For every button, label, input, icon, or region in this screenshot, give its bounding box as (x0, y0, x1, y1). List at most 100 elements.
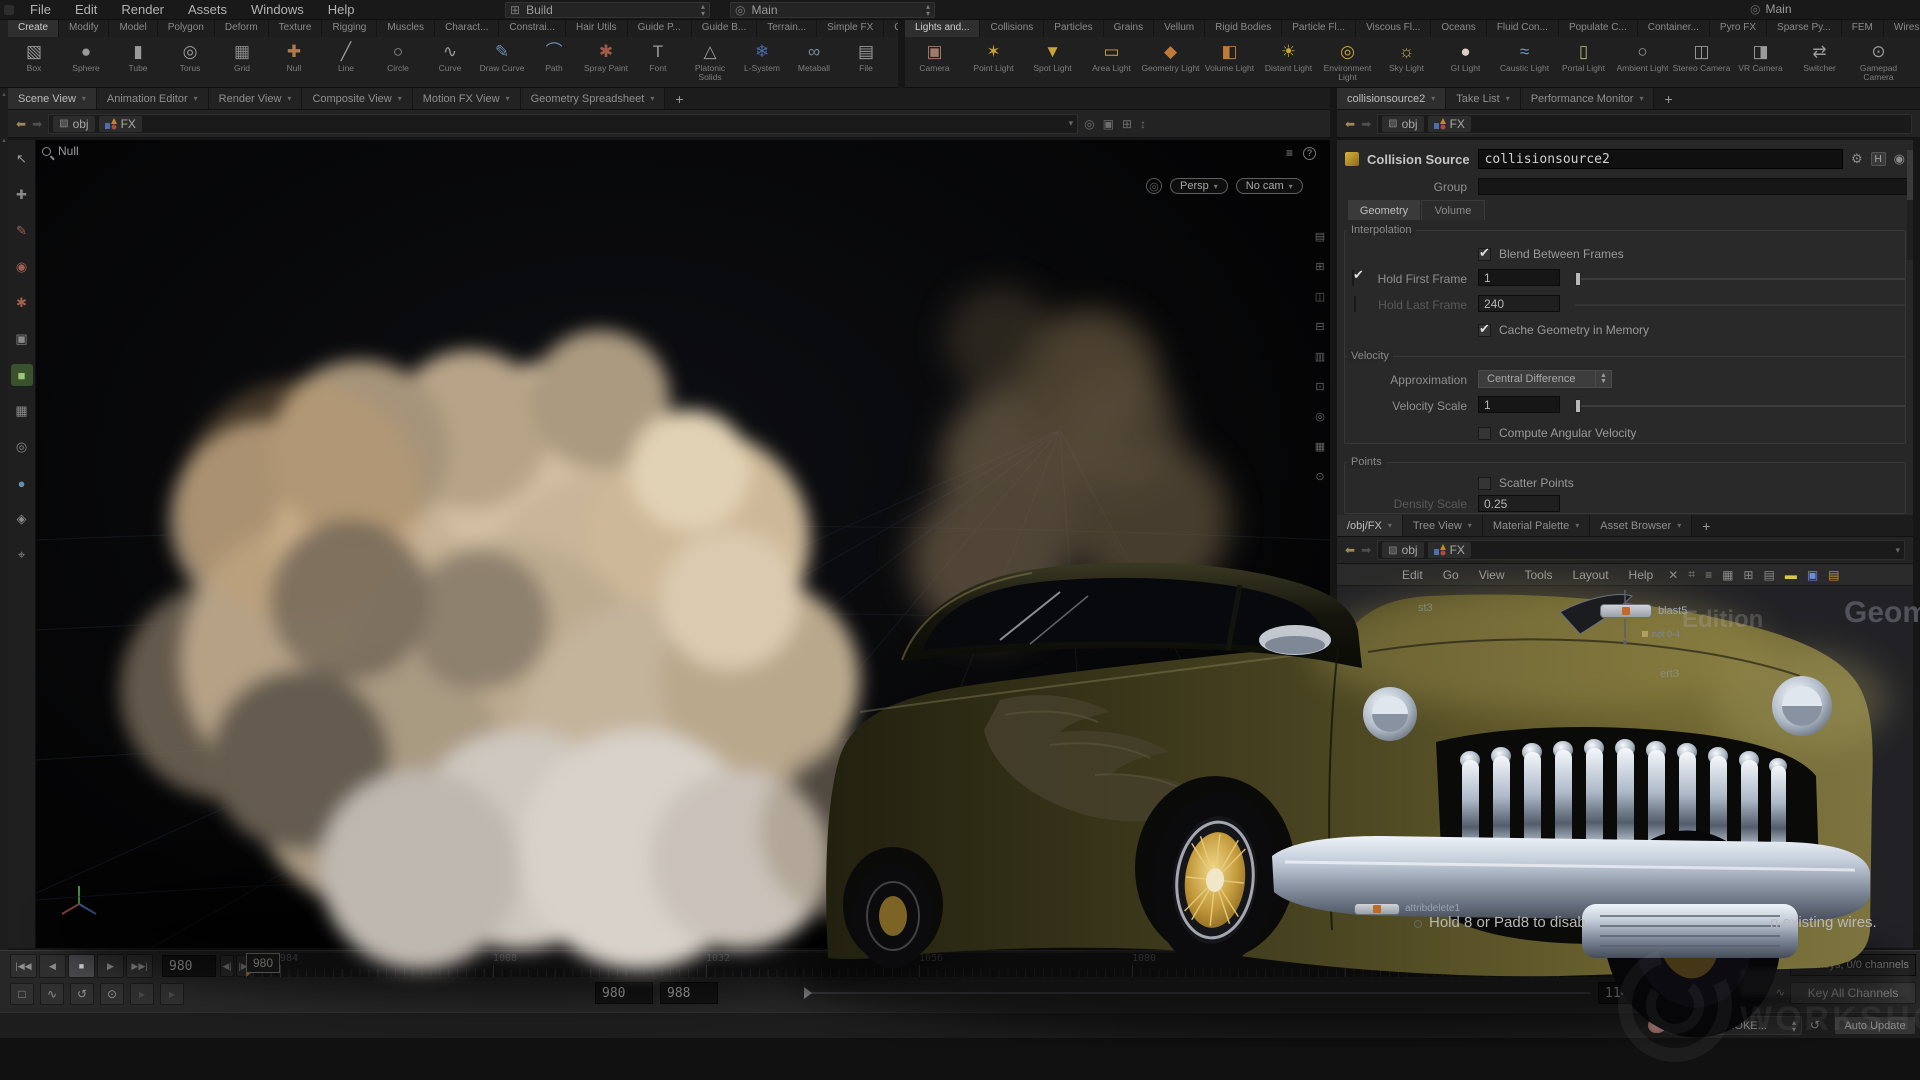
viewport-display-icon-7[interactable]: ▦ (1312, 438, 1328, 454)
key-all-channels-button[interactable]: Key All Channels (1790, 982, 1916, 1004)
shelf-tool-gi-light[interactable]: ●GI Light (1436, 37, 1495, 87)
shelf-tab-hair-utils[interactable]: Hair Utils (566, 20, 628, 37)
group-field[interactable] (1478, 178, 1908, 195)
shelf-tool-vr-camera[interactable]: ◨VR Camera (1731, 37, 1790, 87)
shelf-tab-sparse-py[interactable]: Sparse Py... (1767, 20, 1842, 37)
approximation-dropdown[interactable]: Central Difference (1478, 370, 1596, 388)
shelf-tab-cloud-fx[interactable]: Cloud FX (884, 20, 898, 37)
cook-path-select[interactable]: /obj/FX/SMOKE... ▴▾ (1674, 1016, 1802, 1035)
shelf-tab-create[interactable]: Create (8, 20, 59, 37)
tab-volume[interactable]: Volume (1421, 200, 1485, 220)
maximize-icon[interactable]: ↕ (1140, 117, 1146, 131)
paint-tool-icon[interactable]: ✎ (11, 220, 33, 242)
shelf-tab-oceans[interactable]: Oceans (1431, 20, 1486, 37)
pin-icon[interactable]: ◉ (1894, 151, 1905, 167)
pane-tab-motion-fx-view[interactable]: Motion FX View▾ (413, 88, 521, 109)
shelf-tool-portal-light[interactable]: ▯Portal Light (1554, 37, 1613, 87)
shelf-tool-area-light[interactable]: ▭Area Light (1082, 37, 1141, 87)
step-back-button[interactable]: ◀| (220, 955, 234, 977)
shelf-tab-populate-c[interactable]: Populate C... (1559, 20, 1638, 37)
pane-tab-render-view[interactable]: Render View▾ (209, 88, 303, 109)
pane-tab-geometry-spreadsheet[interactable]: Geometry Spreadsheet▾ (521, 88, 666, 109)
velocity-scale-field[interactable]: 1 (1478, 396, 1560, 413)
network-canvas[interactable] (1337, 586, 1913, 944)
pane-tab-obj-fx[interactable]: /obj/FX▾ (1337, 515, 1403, 536)
shelf-tab-collisions[interactable]: Collisions (980, 20, 1044, 37)
goto-start-button[interactable]: |◀◀ (10, 954, 37, 978)
viewport-display-icon-1[interactable]: ⊞ (1312, 258, 1328, 274)
shelf-tab-particles[interactable]: Particles (1044, 20, 1103, 37)
shelf-tab-muscles[interactable]: Muscles (377, 20, 435, 37)
shelf-tab-viscous-fl[interactable]: Viscous Fl... (1356, 20, 1431, 37)
shelf-tool-caustic-light[interactable]: ≈Caustic Light (1495, 37, 1554, 87)
desktop-selector[interactable]: ⊞ Build ▴▾ (505, 2, 710, 18)
window-icon[interactable]: ▤ (1759, 568, 1778, 582)
shelf-tool-ambient-light[interactable]: ○Ambient Light (1613, 37, 1672, 87)
shelf-tool-camera[interactable]: ▣Camera (905, 37, 964, 87)
slider-handle[interactable] (1575, 399, 1581, 413)
image-icon[interactable]: ▣ (1803, 568, 1822, 582)
shelf-tab-particle-fl[interactable]: Particle Fl... (1282, 20, 1356, 37)
shelf-tool-sphere[interactable]: ●Sphere (60, 37, 112, 87)
net-menu-edit[interactable]: Edit (1393, 568, 1432, 582)
shelf-tool-font[interactable]: TFont (632, 37, 684, 87)
loop-icon[interactable]: ↺ (70, 983, 94, 1005)
goto-end-button[interactable]: ▶▶| (126, 954, 153, 978)
path-dropdown-icon[interactable]: ▾ (1069, 118, 1074, 129)
net-menu-go[interactable]: Go (1434, 568, 1468, 582)
viewport-display-icon-2[interactable]: ◫ (1312, 288, 1328, 304)
sticky-note-icon[interactable]: ▬ (1781, 568, 1801, 582)
spinner-icon[interactable]: ▴▾ (1792, 1019, 1796, 1033)
tab-geometry[interactable]: Geometry (1348, 200, 1420, 220)
shelf-tool-volume-light[interactable]: ◧Volume Light (1200, 37, 1259, 87)
shelf-tool-curve[interactable]: ∿Curve (424, 37, 476, 87)
bone-tool-icon[interactable]: ✱ (11, 292, 33, 314)
scatter-points-checkbox[interactable] (1478, 477, 1491, 490)
current-frame-field[interactable]: 980 (162, 955, 216, 977)
shelf-tool-platonic-solids[interactable]: △Platonic Solids (684, 37, 736, 87)
shelf-tool-torus[interactable]: ◎Torus (164, 37, 216, 87)
layout-icon[interactable]: ⊞ (1122, 117, 1132, 131)
recook-icon[interactable]: ↺ (1810, 1018, 1820, 1032)
menu-file[interactable]: File (18, 0, 63, 19)
net-menu-tools[interactable]: Tools (1516, 568, 1562, 582)
shelf-tab-vellum[interactable]: Vellum (1154, 20, 1205, 37)
shelf-tool-file[interactable]: ▤File (840, 37, 892, 87)
spinner-icon[interactable]: ▴▾ (701, 3, 705, 17)
menu-render[interactable]: Render (109, 0, 176, 19)
pin-icon[interactable]: ◎ (1084, 117, 1094, 131)
pane-tab-asset-browser[interactable]: Asset Browser▾ (1590, 515, 1692, 536)
magnifier-icon[interactable] (42, 147, 51, 156)
shelf-tab-rigging[interactable]: Rigging (322, 20, 377, 37)
shelf-tab-lights-and[interactable]: Lights and... (905, 20, 980, 37)
folder-icon[interactable]: ▤ (1824, 568, 1843, 582)
select-keys-icon[interactable]: □ (10, 983, 34, 1005)
blend-between-frames-checkbox[interactable] (1478, 248, 1491, 261)
pane-tab-collisionsource2[interactable]: collisionsource2▾ (1337, 88, 1446, 109)
net-menu-view[interactable]: View (1470, 568, 1514, 582)
menu-windows[interactable]: Windows (239, 0, 316, 19)
shelf-tool-geometry-light[interactable]: ◆Geometry Light (1141, 37, 1200, 87)
snap-icon[interactable]: ⌗ (1684, 567, 1699, 582)
shelf-tool-switcher[interactable]: ⇄Switcher (1790, 37, 1849, 87)
compute-angular-velocity-checkbox[interactable] (1478, 427, 1491, 440)
audio-icon[interactable]: ∿ (40, 983, 64, 1005)
shelf-tab-guide-p[interactable]: Guide P... (628, 20, 692, 37)
back-arrow-icon[interactable]: ⬅ (1345, 543, 1355, 557)
pane-tab-take-list[interactable]: Take List▾ (1446, 88, 1520, 109)
pane-expand-icon[interactable]: ▲ (0, 98, 8, 144)
shelf-tool-spray-paint[interactable]: ✱Spray Paint (580, 37, 632, 87)
net-menu-layout[interactable]: Layout (1564, 568, 1618, 582)
pane-tab-material-palette[interactable]: Material Palette▾ (1483, 515, 1590, 536)
global-range-end-field[interactable]: 1145 (1657, 982, 1711, 1004)
playback-range-end-field[interactable]: 1145 (1598, 982, 1652, 1004)
channel-icon[interactable]: ∿ (1776, 986, 1785, 999)
pane-tab-tree-view[interactable]: Tree View▾ (1403, 515, 1483, 536)
timeline-ruler[interactable]: 980 984100810321056108011041128 (252, 953, 1762, 977)
shelf-tool-point-light[interactable]: ✶Point Light (964, 37, 1023, 87)
grid-tool-icon[interactable]: ▦ (11, 400, 33, 422)
shelf-tab-fluid-con[interactable]: Fluid Con... (1487, 20, 1559, 37)
shelf-tool-stereo-camera[interactable]: ◫Stereo Camera (1672, 37, 1731, 87)
shelf-tab-charact[interactable]: Charact... (435, 20, 499, 37)
range-handle-icon[interactable] (804, 987, 812, 999)
